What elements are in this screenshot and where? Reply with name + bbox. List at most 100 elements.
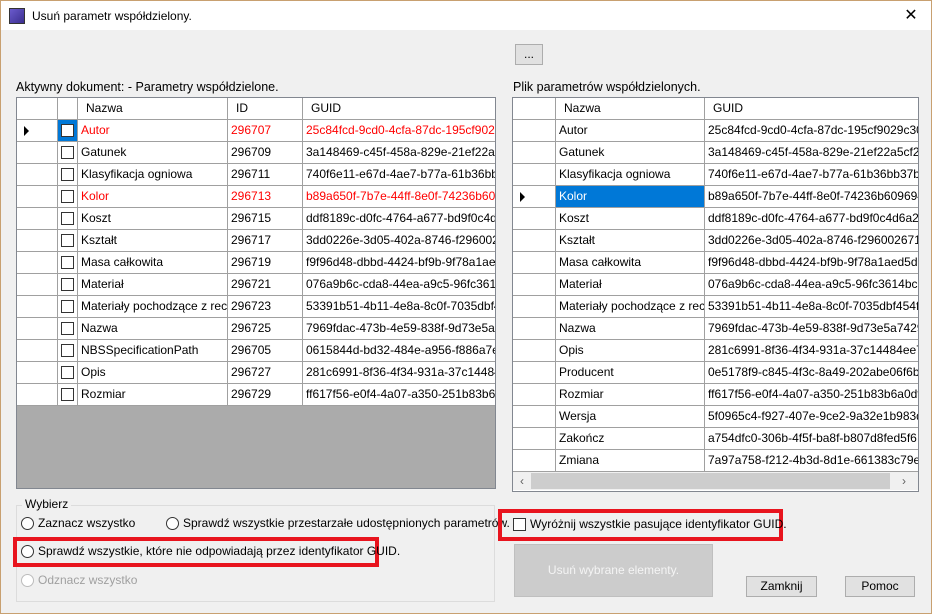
checkbox-icon[interactable] [61,366,74,379]
row-checkbox-cell[interactable] [58,362,78,383]
row-checkbox-cell[interactable] [58,340,78,361]
row-header[interactable] [17,208,58,229]
checkbox-icon[interactable] [61,300,74,313]
table-row[interactable]: Materiał 076a9b6c-cda8-44ea-a9c5-96fc3614… [513,274,918,296]
checkbox-icon[interactable] [61,146,74,159]
checkbox-icon[interactable] [61,388,74,401]
table-row[interactable]: Koszt 296715 ddf8189c-d0fc-4764-a677-bd9f0… [17,208,495,230]
checkbox-icon[interactable] [61,212,74,225]
row-header[interactable] [17,362,58,383]
table-row[interactable]: Gatunek 3a148469-c45f-458a-829e-21ef22a5c… [513,142,918,164]
table-row[interactable]: Autor 25c84fcd-9cd0-4cfa-87dc-195cf9029c3… [513,120,918,142]
row-checkbox-cell[interactable] [58,208,78,229]
row-header[interactable] [17,296,58,317]
table-row[interactable]: Materiały pochodzące z rec... 53391b51-4b… [513,296,918,318]
table-row[interactable]: Opis 296727 281c6991-8f36-4f34-931a-37c144… [17,362,495,384]
row-header[interactable] [513,208,556,229]
row-header[interactable] [17,186,58,207]
table-row[interactable]: Zakończ a754dfc0-306b-4f5f-ba8f-b807d8fed… [513,428,918,450]
checkbox-icon[interactable] [61,168,74,181]
help-button[interactable]: Pomoc [845,576,915,597]
row-header[interactable] [17,164,58,185]
table-row[interactable]: Kształt 296717 3dd0226e-3d05-402a-8746-f29… [17,230,495,252]
radio-select-all[interactable]: Zaznacz wszystko [21,516,135,530]
row-header[interactable] [17,318,58,339]
row-checkbox-cell[interactable] [58,296,78,317]
checkbox-icon[interactable] [61,234,74,247]
checkbox-icon[interactable] [61,124,74,137]
table-row[interactable]: Kolor 296713 b89a650f-7b7e-44ff-8e0f-74236… [17,186,495,208]
row-header[interactable] [17,142,58,163]
row-header[interactable] [513,296,556,317]
column-header-guid[interactable]: GUID [705,98,918,119]
column-header-id[interactable]: ID [228,98,303,119]
scroll-right-icon[interactable]: › [890,474,918,488]
radio-check-guid-mismatch[interactable]: Sprawdź wszystkie, które nie odpowiadają… [21,544,400,558]
row-header[interactable] [513,230,556,251]
table-row[interactable]: Rozmiar 296729 ff617f56-e0f4-4a07-a350-251… [17,384,495,406]
row-header[interactable] [513,252,556,273]
row-header[interactable] [513,406,556,427]
table-row[interactable]: Opis 281c6991-8f36-4f34-931a-37c14484ee7d [513,340,918,362]
row-header[interactable] [17,120,58,141]
table-row[interactable]: Masa całkowita 296719 f9f96d48-dbbd-4424-b… [17,252,495,274]
row-header[interactable] [513,164,556,185]
table-row[interactable]: Wersja 5f0965c4-f927-407e-9ce2-9a32e1b983… [513,406,918,428]
highlight-matching-guid-checkbox[interactable]: Wyróżnij wszystkie pasujące identyfikato… [513,517,787,531]
table-row[interactable]: Materiał 296721 076a9b6c-cda8-44ea-a9c5-96… [17,274,495,296]
row-header[interactable] [17,384,58,405]
row-header[interactable] [513,428,556,449]
table-row[interactable]: Klasyfikacja ogniowa 296711 740f6e11-e67d-… [17,164,495,186]
scroll-left-icon[interactable]: ‹ [513,474,531,488]
row-header[interactable] [513,450,556,471]
scroll-thumb[interactable] [531,473,890,489]
column-header-nazwa[interactable]: Nazwa [78,98,228,119]
table-row[interactable]: Klasyfikacja ogniowa 740f6e11-e67d-4ae7-b… [513,164,918,186]
row-checkbox-cell[interactable] [58,318,78,339]
row-checkbox-cell[interactable] [58,186,78,207]
table-row[interactable]: Kolor b89a650f-7b7e-44ff-8e0f-74236b60969… [513,186,918,208]
row-checkbox-cell[interactable] [58,120,78,141]
shared-parameters-grid[interactable]: ‹ › Nazwa GUID Autor 25c84fcd-9cd0-4cfa-87d… [512,97,919,492]
row-header[interactable] [513,318,556,339]
row-header[interactable] [513,142,556,163]
row-header[interactable] [513,362,556,383]
checkbox-icon[interactable] [61,344,74,357]
horizontal-scrollbar[interactable]: ‹ › [513,472,918,490]
table-row[interactable]: Nazwa 7969fdac-473b-4e59-838f-9d73e5a7429… [513,318,918,340]
table-row[interactable]: Materiały pochodzące z rec... 296723 53391… [17,296,495,318]
column-header-guid[interactable]: GUID [303,98,495,119]
browse-button[interactable]: ... [515,44,543,65]
row-header[interactable] [513,274,556,295]
table-row[interactable]: Zmiana 7a97a758-f212-4b3d-8d1e-661383c79e… [513,450,918,472]
row-header[interactable] [513,384,556,405]
table-row[interactable]: Producent 0e5178f9-c845-4f3c-8a49-202abe0… [513,362,918,384]
row-checkbox-cell[interactable] [58,164,78,185]
checkbox-icon[interactable] [61,190,74,203]
table-row[interactable]: Autor 296707 25c84fcd-9cd0-4cfa-87dc-195cf… [17,120,495,142]
table-row[interactable]: NBSSpecificationPath 296705 0615844d-bd32-… [17,340,495,362]
close-button[interactable]: Zamknij [746,576,817,597]
row-header[interactable] [17,252,58,273]
row-header[interactable] [513,340,556,361]
table-row[interactable]: Koszt ddf8189c-d0fc-4764-a677-bd9f0c4d6a2… [513,208,918,230]
column-header-nazwa[interactable]: Nazwa [556,98,705,119]
table-row[interactable]: Gatunek 296709 3a148469-c45f-458a-829e-21e… [17,142,495,164]
row-checkbox-cell[interactable] [58,384,78,405]
table-row[interactable]: Kształt 3dd0226e-3d05-402a-8746-f29600267… [513,230,918,252]
row-checkbox-cell[interactable] [58,274,78,295]
row-checkbox-cell[interactable] [58,142,78,163]
table-row[interactable]: Masa całkowita f9f96d48-dbbd-4424-bf9b-9f… [513,252,918,274]
table-row[interactable]: Nazwa 296725 7969fdac-473b-4e59-838f-9d73e… [17,318,495,340]
checkbox-icon[interactable] [61,322,74,335]
checkbox-icon[interactable] [61,256,74,269]
row-header[interactable] [513,186,556,207]
row-header[interactable] [17,230,58,251]
checkbox-icon[interactable] [61,278,74,291]
radio-check-outdated[interactable]: Sprawdź wszystkie przestarzałe udostępni… [166,516,510,530]
row-checkbox-cell[interactable] [58,252,78,273]
active-document-grid[interactable]: Nazwa ID GUID Autor 296707 25c84fcd-9cd0-4cfa… [16,97,496,489]
row-header[interactable] [513,120,556,141]
table-row[interactable]: Rozmiar ff617f56-e0f4-4a07-a350-251b83b6a… [513,384,918,406]
row-header[interactable] [17,340,58,361]
